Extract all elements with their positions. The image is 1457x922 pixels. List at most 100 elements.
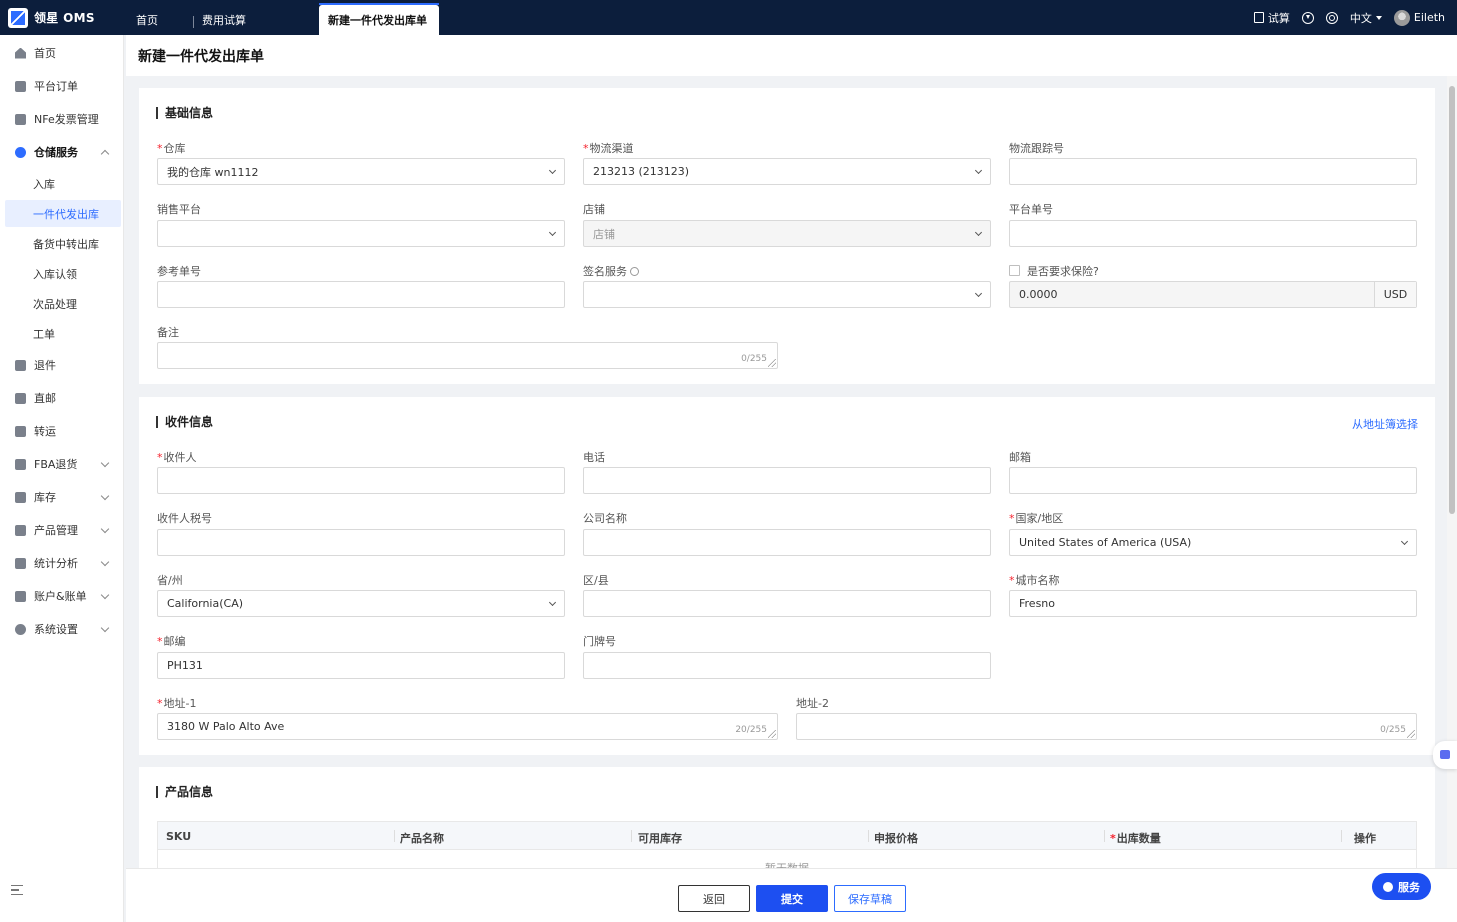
sidebar-item-label: 统计分析 xyxy=(34,557,78,570)
sidebar-sub-inbound-claim[interactable]: 入库认领 xyxy=(5,260,121,287)
store-label: 店铺 xyxy=(583,203,605,216)
service-label: 服务 xyxy=(1398,880,1420,894)
settings-icon[interactable] xyxy=(1325,11,1338,24)
address2-textarea[interactable]: 0/255 xyxy=(796,713,1417,740)
sidebar-item-label: 首页 xyxy=(34,47,56,60)
sidebar-item-direct-mail[interactable]: 直邮 xyxy=(0,384,124,412)
logo-icon xyxy=(8,7,28,28)
calc-label: 试算 xyxy=(1267,11,1290,25)
chevron-down-icon xyxy=(100,524,110,534)
collapse-sidebar-icon[interactable] xyxy=(11,885,23,895)
tab-new-outbound[interactable]: 新建一件代发出库单 xyxy=(319,3,439,35)
resize-handle-icon[interactable] xyxy=(1407,730,1415,738)
basic-info-card: 基础信息 *仓库 我的仓库 wn1112 *物流渠道 213213 (21312… xyxy=(139,88,1435,384)
district-input[interactable] xyxy=(583,590,991,617)
sidebar-item-nfe[interactable]: NFe发票管理 xyxy=(0,105,124,133)
district-label: 区/县 xyxy=(583,574,609,587)
col-actions: 操作 xyxy=(1354,832,1376,845)
platform-no-input[interactable] xyxy=(1009,220,1417,247)
info-icon[interactable] xyxy=(630,267,639,276)
tracking-input[interactable] xyxy=(1009,158,1417,185)
house-no-input[interactable] xyxy=(583,652,991,679)
language-select[interactable]: 中文 xyxy=(1350,10,1382,26)
char-counter: 20/255 xyxy=(735,725,767,735)
insurance-amount-input[interactable]: 0.0000 USD xyxy=(1009,281,1417,308)
sidebar-item-warehouse[interactable]: 仓储服务 xyxy=(0,138,124,166)
save-draft-button[interactable]: 保存草稿 xyxy=(834,885,906,912)
app-title: 领星 OMS xyxy=(34,11,95,25)
calc-button[interactable]: 试算 xyxy=(1253,10,1290,26)
tab-home[interactable]: 首页 xyxy=(127,5,193,35)
transship-icon xyxy=(15,425,26,437)
state-select[interactable]: California(CA) xyxy=(157,590,565,617)
chevron-down-icon xyxy=(100,590,110,600)
remark-textarea[interactable]: 0/255 xyxy=(157,342,778,369)
insurance-checkbox[interactable] xyxy=(1009,265,1020,276)
help-icon xyxy=(1383,881,1393,892)
back-button[interactable]: 返回 xyxy=(678,885,750,912)
scrollbar-thumb[interactable] xyxy=(1449,86,1455,514)
chevron-down-icon xyxy=(1400,537,1409,546)
address1-textarea[interactable]: 3180 W Palo Alto Ave 20/255 xyxy=(157,713,778,740)
remark-label: 备注 xyxy=(157,326,179,339)
address-book-link[interactable]: 从地址簿选择 xyxy=(1352,416,1418,432)
wallet-icon xyxy=(15,590,26,602)
zip-input[interactable]: PH131 xyxy=(157,652,565,679)
resize-handle-icon[interactable] xyxy=(768,359,776,367)
sidebar-sub-transfer-outbound[interactable]: 备货中转出库 xyxy=(5,230,121,257)
submit-button[interactable]: 提交 xyxy=(756,885,828,912)
sidebar-item-inventory[interactable]: 库存 xyxy=(0,483,124,511)
platform-select[interactable] xyxy=(157,220,565,247)
chevron-down-icon xyxy=(548,598,557,607)
tab-fee-calc[interactable]: 费用试算 xyxy=(193,5,319,35)
chevron-down-icon xyxy=(100,557,110,567)
empty-text: 暂无数据 xyxy=(765,860,809,868)
phone-input[interactable] xyxy=(583,467,991,494)
warehouse-select[interactable]: 我的仓库 wn1112 xyxy=(157,158,565,185)
sidebar-item-label: 退件 xyxy=(34,359,56,372)
sidebar-item-products[interactable]: 产品管理 xyxy=(0,516,124,544)
resize-handle-icon[interactable] xyxy=(768,730,776,738)
chevron-down-icon xyxy=(974,289,983,298)
sidebar-item-settings[interactable]: 系统设置 xyxy=(0,615,124,643)
sidebar-sub-defect[interactable]: 次品处理 xyxy=(5,290,121,317)
sidebar-item-home[interactable]: 首页 xyxy=(0,39,124,67)
insurance-label: 是否要求保险? xyxy=(1027,265,1099,278)
email-field[interactable] xyxy=(1009,467,1417,494)
tab-new-outbound-label: 新建一件代发出库单 xyxy=(328,14,427,27)
user-menu[interactable]: Eileth xyxy=(1393,9,1445,26)
sidebar-sub-inbound[interactable]: 入库 xyxy=(5,170,121,197)
tax-no-input[interactable] xyxy=(157,529,565,556)
language-label: 中文 xyxy=(1349,11,1372,25)
calculator-icon xyxy=(1253,12,1264,23)
sidebar-item-returns[interactable]: 退件 xyxy=(0,351,124,379)
recipient-name-input[interactable] xyxy=(157,467,565,494)
sidebar-item-fba-returns[interactable]: FBA退货 xyxy=(0,450,124,478)
recipient-name-label: *收件人 xyxy=(157,451,197,464)
sidebar-item-analytics[interactable]: 统计分析 xyxy=(0,549,124,577)
store-select[interactable]: 店铺 xyxy=(583,220,991,247)
app-logo[interactable]: 领星 OMS xyxy=(0,0,127,35)
empty-table: 暂无数据 xyxy=(157,850,1417,868)
tracking-label: 物流跟踪号 xyxy=(1009,142,1064,155)
channel-select[interactable]: 213213 (213123) xyxy=(583,158,991,185)
sidebar-item-platform-orders[interactable]: 平台订单 xyxy=(0,72,124,100)
sidebar-sub-dropship-outbound[interactable]: 一件代发出库 xyxy=(5,200,121,227)
city-input[interactable]: Fresno xyxy=(1009,590,1417,617)
download-icon[interactable] xyxy=(1301,11,1314,24)
sidebar-item-label: 直邮 xyxy=(34,392,56,405)
zip-label: *邮编 xyxy=(157,635,186,648)
sidebar-item-billing[interactable]: 账户&账单 xyxy=(0,582,124,610)
signature-select[interactable] xyxy=(583,281,991,308)
sidebar-sub-ticket[interactable]: 工单 xyxy=(5,320,121,347)
ref-no-input[interactable] xyxy=(157,281,565,308)
home-icon xyxy=(15,47,26,59)
service-button[interactable]: 服务 xyxy=(1372,873,1431,900)
company-input[interactable] xyxy=(583,529,991,556)
sidebar-item-transship[interactable]: 转运 xyxy=(0,417,124,445)
chevron-down-icon xyxy=(548,166,557,175)
warehouse-service-icon xyxy=(15,146,26,158)
country-select[interactable]: United States of America (USA) xyxy=(1009,529,1417,556)
avatar xyxy=(1393,9,1410,26)
floating-assistant-icon[interactable] xyxy=(1433,741,1457,769)
